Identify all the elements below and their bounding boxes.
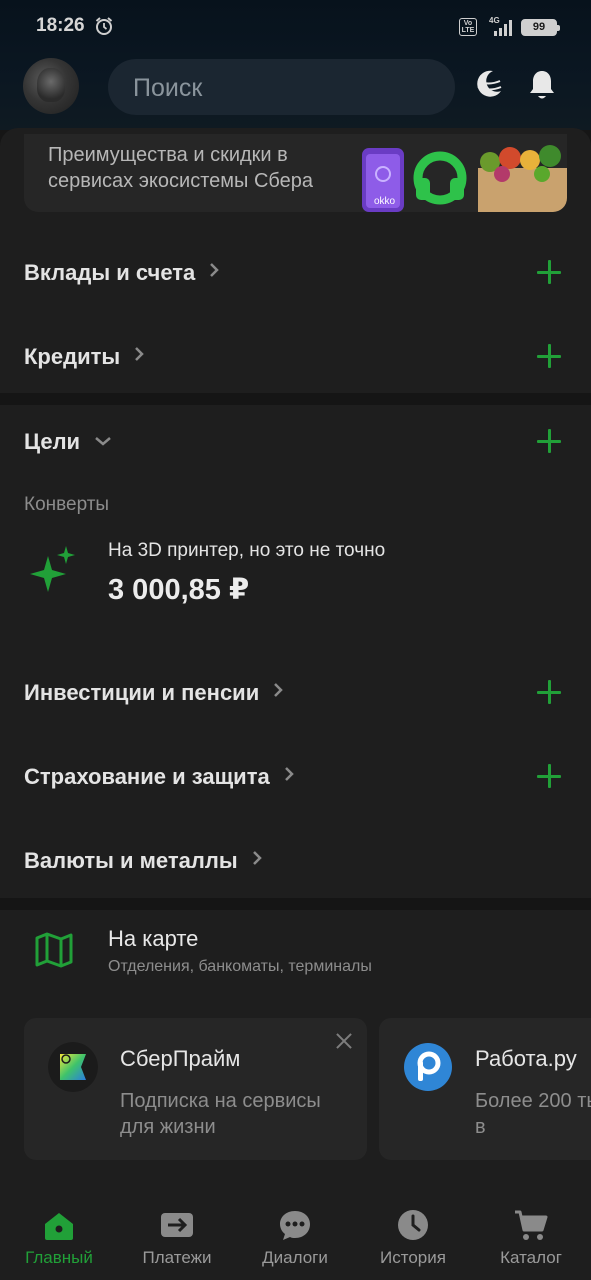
promo-text: Преимущества и скидки в сервисах экосист… (48, 144, 313, 192)
nav-home[interactable]: Главный (0, 1208, 118, 1268)
status-time: 18:26 (36, 15, 85, 36)
currency-label: Валюты и металлы (24, 848, 238, 873)
bottom-nav: Главный Платежи Диалоги История Каталог (0, 1180, 591, 1280)
chat-bubble-icon (280, 1211, 310, 1240)
add-investment-plus-icon[interactable] (537, 680, 561, 704)
volte-icon: Vo LTE (459, 18, 477, 36)
currency-row[interactable]: Валюты и металлы (0, 832, 591, 892)
payments-icon (161, 1213, 193, 1237)
status-icons: Vo LTE 4G 99 (459, 16, 560, 38)
signal-icon: 4G (489, 16, 512, 36)
promo-banner[interactable]: Преимущества и скидки в сервисах экосист… (24, 134, 567, 212)
envelopes-heading: Конверты (24, 494, 110, 515)
credits-row[interactable]: Кредиты (0, 328, 591, 388)
map-title: На карте (108, 926, 199, 951)
alarm-icon (95, 17, 113, 35)
sberprime-card[interactable]: СберПрайм Подписка на сервисы для жизни (24, 1018, 367, 1160)
add-goal-plus-icon[interactable] (537, 429, 561, 453)
nav-dialogs[interactable]: Диалоги (236, 1208, 354, 1268)
chevron-down-icon (95, 437, 111, 446)
nav-history[interactable]: История (354, 1208, 472, 1268)
map-icon (35, 932, 73, 968)
main-content: Преимущества и скидки в сервисах экосист… (0, 128, 591, 1180)
investments-row[interactable]: Инвестиции и пенсии (0, 664, 591, 724)
rabota-card[interactable]: Работа.ру Более 200 тыс. вакансий в (379, 1018, 591, 1160)
chevron-right-icon (210, 263, 220, 277)
chevron-right-icon (284, 767, 294, 781)
top-bar: 18:26 Vo LTE 4G 99 Поиск (0, 0, 591, 130)
nav-payments-label: Платежи (142, 1248, 212, 1267)
credits-label: Кредиты (24, 344, 121, 369)
nav-catalog-label: Каталог (500, 1248, 562, 1267)
home-icon (45, 1213, 73, 1240)
section-divider (0, 393, 591, 405)
deposits-label: Вклады и счета (24, 260, 196, 285)
rabota-desc: Более 200 тыс. вакансий в (475, 1090, 591, 1138)
avatar[interactable] (23, 58, 79, 114)
investments-label: Инвестиции и пенсии (24, 680, 260, 705)
sberprime-logo-icon (48, 1042, 98, 1092)
chevron-right-icon (274, 683, 284, 697)
add-credit-plus-icon[interactable] (537, 344, 561, 368)
status-bar: 18:26 Vo LTE 4G 99 (0, 0, 591, 54)
add-insurance-plus-icon[interactable] (537, 764, 561, 788)
map-subtitle: Отделения, банкоматы, терминалы (108, 958, 372, 975)
nav-payments[interactable]: Платежи (118, 1208, 236, 1268)
battery-icon: 99 (521, 18, 560, 36)
rabota-logo-icon (404, 1043, 452, 1091)
close-icon[interactable] (335, 1032, 353, 1050)
chevron-right-icon (252, 851, 262, 865)
nav-catalog[interactable]: Каталог (472, 1208, 590, 1268)
insurance-label: Страхование и защита (24, 764, 270, 789)
rabota-title: Работа.ру (475, 1046, 577, 1071)
goal-amount: 3 000,85 ₽ (108, 574, 250, 606)
notifications-bell-icon[interactable] (526, 68, 558, 102)
nav-history-label: История (380, 1248, 446, 1267)
goal-name: На 3D принтер, но это не точно (108, 540, 386, 561)
insurance-row[interactable]: Страхование и защита (0, 748, 591, 808)
okko-logo: okko (374, 196, 396, 207)
nav-home-label: Главный (25, 1248, 93, 1267)
svg-text:4G: 4G (489, 16, 500, 25)
clock-icon (398, 1210, 428, 1240)
section-divider (0, 898, 591, 910)
chevron-right-icon (135, 347, 144, 361)
sberprime-title: СберПрайм (120, 1046, 241, 1071)
moon-icon[interactable] (470, 66, 506, 102)
deposits-row[interactable]: Вклады и счета (0, 244, 591, 304)
sparkle-icon (30, 546, 75, 592)
search-input[interactable]: Поиск (108, 59, 455, 115)
add-deposit-plus-icon[interactable] (537, 260, 561, 284)
nav-dialogs-label: Диалоги (262, 1248, 328, 1267)
goals-label: Цели (24, 429, 81, 454)
promo-image: okko (354, 140, 567, 212)
goals-row[interactable]: Цели (0, 413, 591, 473)
cart-icon (515, 1210, 548, 1240)
sberprime-desc: Подписка на сервисы для жизни (120, 1090, 321, 1138)
search-placeholder: Поиск (133, 74, 203, 102)
